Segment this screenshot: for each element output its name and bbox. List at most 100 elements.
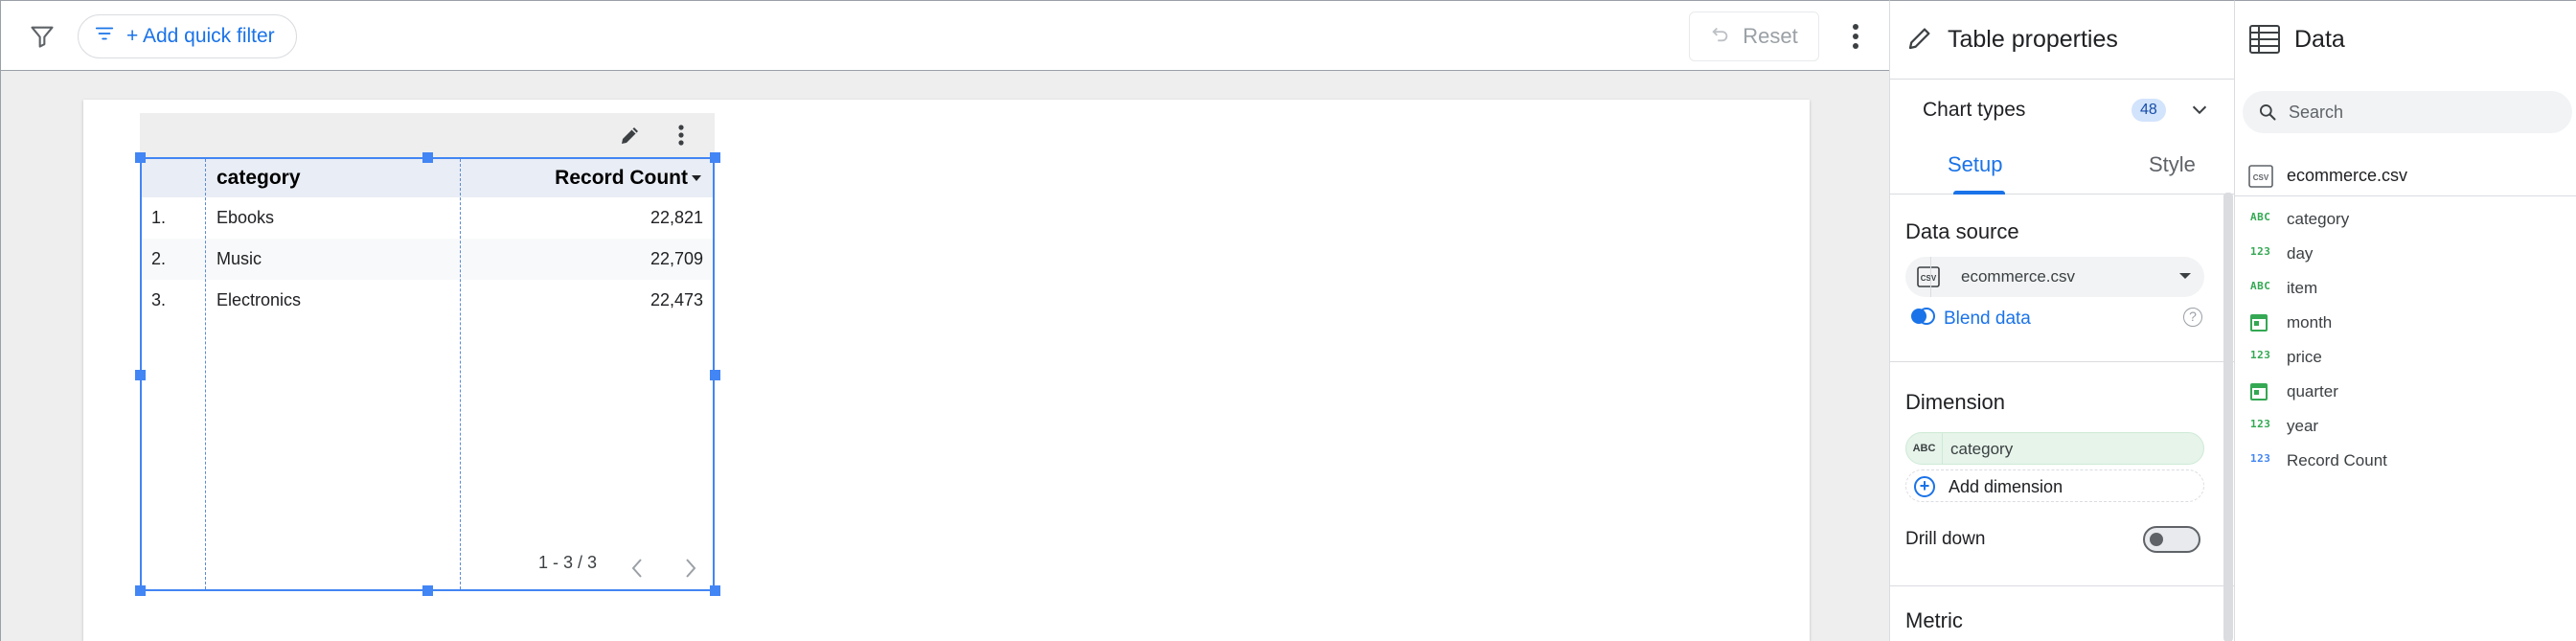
section-divider [1890, 361, 2234, 362]
properties-panel: Table properties Chart types 48 Setup St… [1889, 0, 2234, 641]
text-type-icon: ABC [2250, 211, 2271, 223]
record-count-cell: 22,473 [650, 290, 703, 309]
resize-handle[interactable] [135, 370, 146, 380]
resize-handle[interactable] [135, 585, 146, 596]
number-type-icon: 123 [2250, 452, 2271, 465]
row-index: 1. [151, 208, 167, 227]
properties-tabs: Setup Style [1890, 141, 2234, 195]
help-icon[interactable]: ? [2183, 308, 2202, 327]
resize-handle[interactable] [422, 152, 433, 163]
metric-heading: Metric [1905, 608, 1963, 632]
svg-text:CSV: CSV [1921, 274, 1937, 283]
search-input[interactable] [2289, 101, 2557, 124]
chevron-left-icon[interactable] [625, 554, 650, 583]
csv-file-icon: CSV [2248, 165, 2273, 193]
resize-handle[interactable] [135, 152, 146, 163]
category-cell: Music [217, 249, 262, 268]
record-count-cell: 22,709 [650, 249, 703, 268]
pencil-icon [1905, 24, 1934, 57]
chevron-down-icon [2189, 99, 2210, 125]
record-count-cell: 22,821 [650, 208, 703, 227]
resize-handle[interactable] [422, 585, 433, 596]
reset-label: Reset [1743, 24, 1798, 48]
column-divider[interactable] [205, 159, 206, 589]
data-source-name: ecommerce.csv [2287, 166, 2408, 185]
blend-icon [1909, 307, 1936, 332]
column-divider[interactable] [460, 159, 461, 589]
scrollbar[interactable] [2223, 193, 2233, 641]
reset-button[interactable]: Reset [1689, 11, 1819, 61]
field-name: day [2287, 244, 2314, 263]
number-type-icon: 123 [2250, 245, 2271, 258]
chevron-right-icon[interactable] [678, 554, 703, 583]
chart-types-count-badge: 48 [2131, 99, 2166, 122]
divider [1930, 257, 1931, 297]
column-header-record-count[interactable]: Record Count [555, 159, 688, 197]
add-dimension-button[interactable]: + Add dimension [1905, 469, 2204, 502]
text-type-icon: ABC [1906, 433, 1943, 464]
data-panel: Data CSV ecommerce.csv ABC category 123 … [2234, 0, 2576, 641]
table-chart[interactable]: category Record Count 1. Ebooks 22,821 2… [140, 157, 715, 591]
blend-data-button[interactable]: Blend data [1909, 306, 2031, 332]
tab-setup[interactable]: Setup [1948, 152, 2003, 177]
number-type-icon: 123 [2250, 349, 2271, 361]
svg-text:CSV: CSV [2253, 173, 2269, 182]
field-name: Record Count [2287, 451, 2387, 469]
field-item-quarter[interactable]: quarter [2235, 377, 2576, 409]
field-item-day[interactable]: 123 day [2235, 239, 2576, 271]
table-row[interactable]: 3. Electronics 22,473 [142, 280, 713, 321]
add-quick-filter-button[interactable]: + Add quick filter [78, 14, 297, 58]
dropdown-caret-icon [2179, 273, 2191, 279]
resize-handle[interactable] [710, 152, 720, 163]
data-source-heading: Data source [1905, 219, 2019, 243]
field-item-price[interactable]: 123 price [2235, 342, 2576, 375]
field-item-month[interactable]: month [2235, 308, 2576, 340]
field-item-category[interactable]: ABC category [2235, 204, 2576, 237]
pencil-icon[interactable] [613, 119, 648, 151]
chart-types-selector[interactable]: Chart types 48 [1890, 80, 2234, 141]
filter-icon[interactable] [24, 18, 60, 55]
panel-title: Table properties [1948, 26, 2118, 53]
text-type-icon: ABC [2250, 280, 2271, 292]
category-cell: Ebooks [217, 208, 275, 227]
field-name: category [2287, 210, 2350, 228]
row-index: 3. [151, 290, 167, 309]
category-cell: Electronics [217, 290, 302, 309]
data-source-name: ecommerce.csv [1961, 267, 2076, 286]
calendar-icon [2250, 314, 2268, 332]
chart-types-label: Chart types [1923, 99, 2026, 121]
drill-down-label: Drill down [1905, 529, 1986, 549]
csv-file-icon: CSV [1917, 266, 1940, 292]
undo-icon [1710, 23, 1731, 50]
table-row[interactable]: 1. Ebooks 22,821 [142, 197, 713, 239]
field-item-item[interactable]: ABC item [2235, 273, 2576, 306]
table-header: category Record Count [142, 159, 713, 197]
chart-more-options-icon[interactable] [665, 119, 697, 151]
number-type-icon: 123 [2250, 418, 2271, 430]
field-name: item [2287, 279, 2318, 297]
data-source-select[interactable]: CSV ecommerce.csv [1905, 257, 2204, 297]
resize-handle[interactable] [710, 370, 720, 380]
filter-list-icon [94, 23, 115, 50]
active-tab-indicator [1953, 191, 2005, 195]
search-icon [2258, 103, 2277, 126]
drill-down-toggle[interactable] [2143, 526, 2200, 553]
properties-header: Table properties [1890, 1, 2234, 80]
field-item-record-count[interactable]: 123 Record Count [2235, 446, 2576, 478]
column-header-category[interactable]: category [217, 159, 301, 197]
field-search-box [2243, 91, 2572, 133]
add-quick-filter-label: + Add quick filter [126, 25, 275, 47]
table-row[interactable]: 2. Music 22,709 [142, 239, 713, 280]
tab-style[interactable]: Style [2149, 152, 2196, 177]
add-circle-icon: + [1914, 476, 1935, 497]
field-item-year[interactable]: 123 year [2235, 411, 2576, 444]
toggle-knob [2150, 533, 2163, 546]
dimension-heading: Dimension [1905, 390, 2005, 414]
field-name: year [2287, 417, 2319, 435]
more-options-icon[interactable] [1840, 18, 1871, 55]
pagination-label: 1 - 3 / 3 [538, 553, 598, 572]
resize-handle[interactable] [710, 585, 720, 596]
dimension-chip[interactable]: ABC category [1905, 432, 2204, 465]
data-source-row[interactable]: CSV ecommerce.csv [2235, 158, 2576, 196]
panel-title: Data [2294, 26, 2345, 53]
